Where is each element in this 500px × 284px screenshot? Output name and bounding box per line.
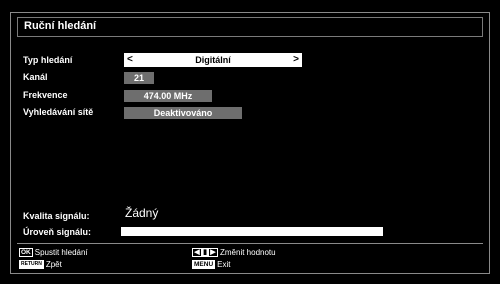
signal-level-bar xyxy=(121,227,383,236)
hint-back: RETURN Zpět xyxy=(19,260,62,269)
network-search-field[interactable]: Deaktivováno xyxy=(124,107,242,119)
title-bar: Ruční hledání xyxy=(17,17,483,37)
hint-start-search-label: Spustit hledání xyxy=(34,248,88,257)
left-right-arrows-icon: ◀ ▮ ▶ xyxy=(192,248,218,257)
signal-quality-label: Kvalita signálu: xyxy=(23,211,90,221)
search-type-label: Typ hledání xyxy=(23,55,73,65)
footer-divider xyxy=(17,243,483,244)
page-title: Ruční hledání xyxy=(24,20,97,32)
network-search-label: Vyhledávání sítě xyxy=(23,107,94,117)
hint-exit-label: Exit xyxy=(217,260,231,269)
signal-level-label: Úroveň signálu: xyxy=(23,227,92,237)
search-type-selector[interactable]: < Digitální > xyxy=(124,53,302,67)
ok-key-icon: OK xyxy=(19,248,33,257)
search-type-value: Digitální xyxy=(195,55,231,65)
hint-back-label: Zpět xyxy=(45,260,62,269)
return-key-icon: RETURN xyxy=(19,260,44,269)
arrow-left-icon[interactable]: < xyxy=(127,53,133,67)
frequency-value: 474.00 MHz xyxy=(143,91,193,101)
arrow-right-icon[interactable]: > xyxy=(293,53,299,67)
signal-level-fill xyxy=(121,227,383,236)
channel-label: Kanál xyxy=(23,72,48,82)
menu-key-icon: MENU xyxy=(192,260,216,269)
manual-search-panel: Ruční hledání Typ hledání < Digitální > … xyxy=(10,12,490,274)
signal-quality-value: Žádný xyxy=(125,206,159,220)
hint-exit: MENU Exit xyxy=(192,260,230,269)
frequency-label: Frekvence xyxy=(23,90,68,100)
frequency-field[interactable]: 474.00 MHz xyxy=(124,90,212,102)
network-search-value: Deaktivováno xyxy=(153,108,213,118)
channel-value: 21 xyxy=(133,73,144,83)
hint-change-value-label: Změnit hodnotu xyxy=(220,248,276,257)
hint-change-value: ◀ ▮ ▶ Změnit hodnotu xyxy=(192,248,276,257)
channel-field[interactable]: 21 xyxy=(124,72,154,84)
hint-start-search: OK Spustit hledání xyxy=(19,248,88,257)
